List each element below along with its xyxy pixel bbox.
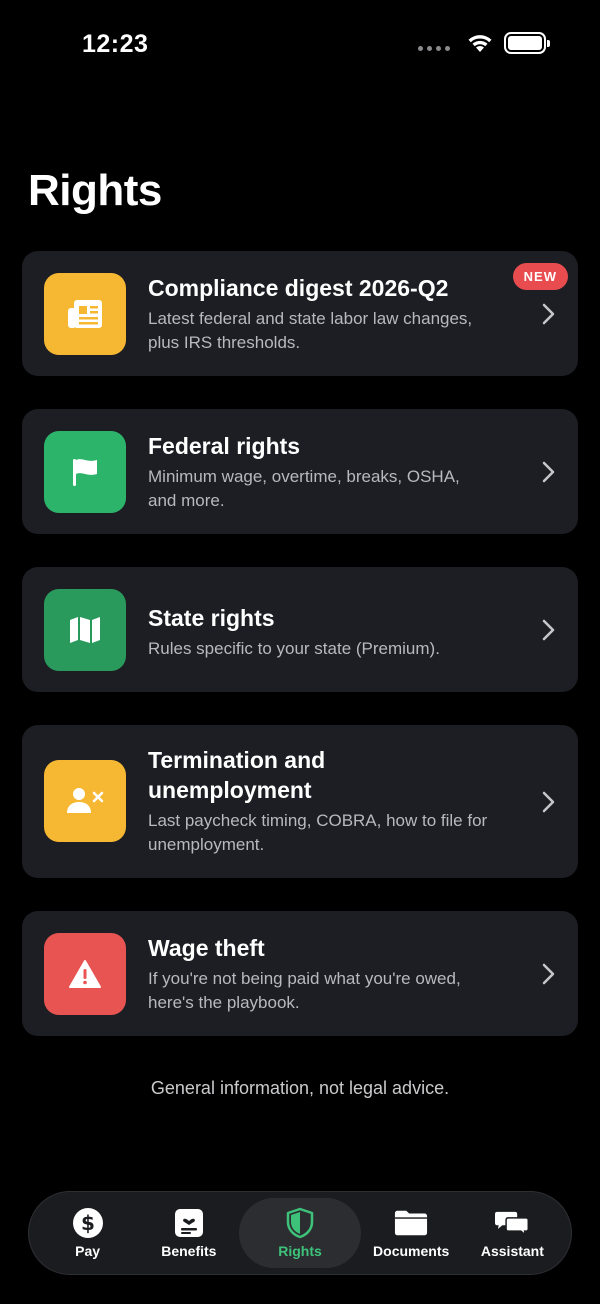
- chevron-right-icon: [542, 791, 555, 813]
- page-title: Rights: [28, 166, 162, 215]
- chevron-right-icon: [542, 303, 555, 325]
- tab-assistant[interactable]: Assistant: [462, 1198, 563, 1268]
- card-icon-tile: [44, 431, 126, 513]
- cellular-signal-icon: [418, 45, 450, 51]
- status-bar: 12:23: [0, 0, 600, 90]
- tab-rights[interactable]: Rights: [239, 1198, 361, 1268]
- card-compliance-digest[interactable]: Compliance digest 2026-Q2 Latest federal…: [22, 251, 578, 376]
- newspaper-icon: [68, 300, 102, 328]
- chevron-right-icon: [542, 963, 555, 985]
- tab-documents[interactable]: Documents: [361, 1198, 462, 1268]
- new-badge: NEW: [512, 263, 568, 290]
- rights-list: Compliance digest 2026-Q2 Latest federal…: [22, 251, 578, 1069]
- dollar-icon: $: [72, 1208, 103, 1238]
- status-indicators: [418, 32, 550, 54]
- card-icon-tile: [44, 273, 126, 355]
- svg-text:$: $: [81, 1211, 95, 1235]
- card-description: Last paycheck timing, COBRA, how to file…: [148, 811, 488, 854]
- card-description: If you're not being paid what you're owe…: [148, 969, 461, 1012]
- tab-benefits[interactable]: Benefits: [138, 1198, 239, 1268]
- card-description: Minimum wage, overtime, breaks, OSHA, an…: [148, 467, 460, 510]
- card-title: Federal rights: [148, 433, 301, 459]
- card-title: Termination and unemployment: [148, 747, 326, 803]
- tab-label: Documents: [373, 1243, 450, 1259]
- chevron-right-icon: [542, 461, 555, 483]
- tab-label: Benefits: [161, 1243, 217, 1259]
- warning-icon: [69, 960, 101, 988]
- tab-pay[interactable]: $ Pay: [37, 1198, 138, 1268]
- card-title: Compliance digest 2026-Q2: [148, 275, 449, 301]
- status-time: 12:23: [82, 30, 149, 58]
- person-remove-icon: [67, 788, 104, 813]
- card-title: Wage theft: [148, 935, 265, 961]
- card-title: State rights: [148, 605, 275, 631]
- map-icon: [70, 617, 100, 643]
- chat-bubbles-icon: [495, 1211, 530, 1237]
- card-description: Latest federal and state labor law chang…: [148, 309, 473, 352]
- chevron-right-icon: [542, 619, 555, 641]
- shield-icon: [286, 1207, 314, 1239]
- bottom-tab-bar: $ Pay Benefits Rights Documents Assistan…: [28, 1191, 572, 1275]
- card-federal-rights[interactable]: Federal rights Minimum wage, overtime, b…: [22, 409, 578, 534]
- tab-label: Rights: [278, 1243, 322, 1259]
- card-icon-tile: [44, 933, 126, 1015]
- wifi-icon: [468, 35, 492, 52]
- flag-icon: [73, 459, 97, 486]
- legal-disclaimer: General information, not legal advice.: [150, 1078, 450, 1098]
- card-icon-tile: [44, 589, 126, 671]
- tab-label: Assistant: [480, 1243, 544, 1259]
- card-state-rights[interactable]: State rights Rules specific to your stat…: [22, 567, 578, 692]
- folder-icon: [395, 1210, 428, 1236]
- card-icon-tile: [44, 760, 126, 842]
- card-wage-theft[interactable]: Wage theft If you're not being paid what…: [22, 911, 578, 1036]
- battery-icon: [504, 32, 550, 54]
- card-termination-unemployment[interactable]: Termination and unemployment Last payche…: [22, 725, 578, 878]
- card-description: Rules specific to your state (Premium).: [148, 639, 440, 658]
- benefits-icon: [174, 1209, 203, 1237]
- tab-label: Pay: [75, 1243, 101, 1259]
